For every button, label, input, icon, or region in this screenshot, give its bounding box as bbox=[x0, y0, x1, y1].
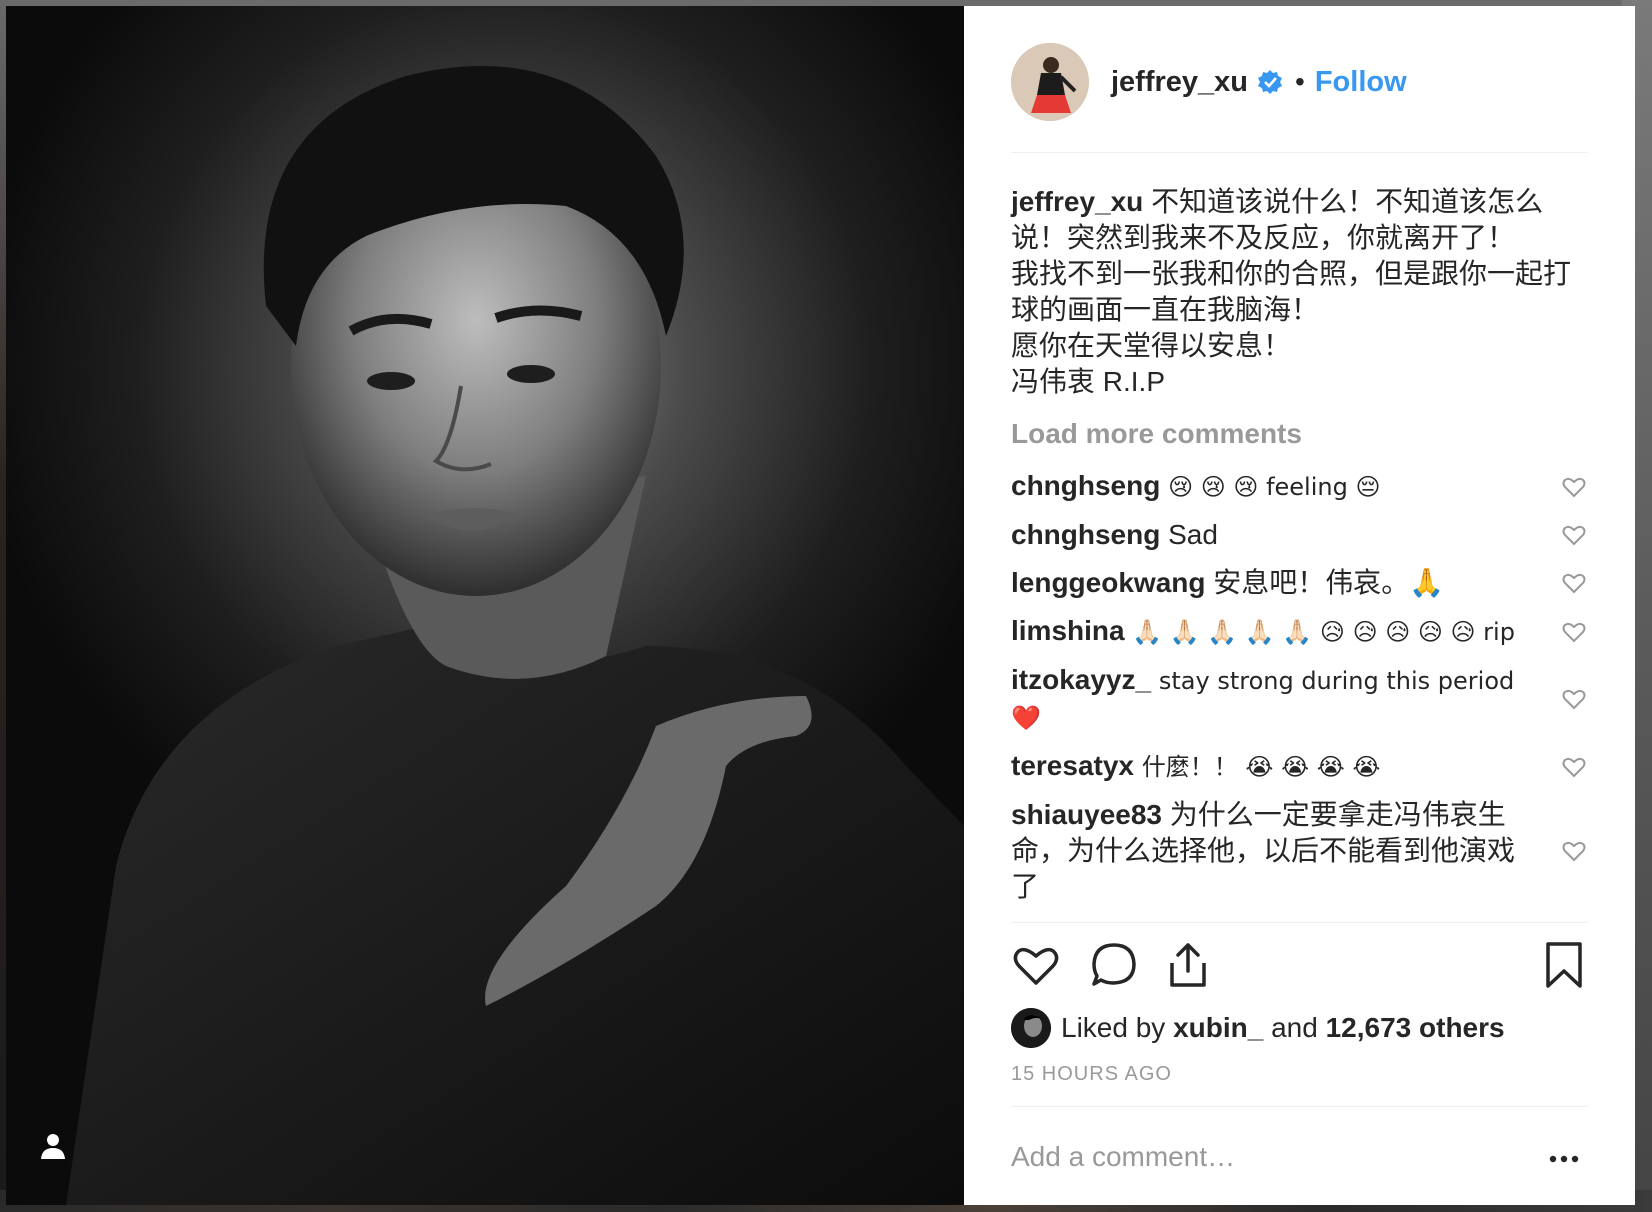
bookmark-icon[interactable] bbox=[1539, 940, 1589, 990]
comment-text: 什麼！！ 😭 😭 😭 😭 bbox=[1141, 753, 1381, 781]
author-username[interactable]: jeffrey_xu bbox=[1111, 66, 1248, 99]
post-timestamp[interactable]: 15 HOURS AGO bbox=[1011, 1063, 1172, 1086]
comment-like-heart-icon[interactable] bbox=[1561, 522, 1587, 548]
caption-username[interactable]: jeffrey_xu bbox=[1011, 186, 1143, 217]
ellipsis-icon bbox=[1549, 1155, 1579, 1163]
caption-line: jeffrey_xu 不知道该说什么！不知道该怎么 bbox=[1011, 184, 1591, 220]
portrait-image bbox=[66, 66, 964, 1205]
verified-badge-icon bbox=[1258, 70, 1283, 94]
comment-username[interactable]: teresatyx bbox=[1011, 750, 1134, 781]
comment-like-heart-icon[interactable] bbox=[1561, 570, 1587, 596]
comment-text: 安息吧！伟哀。🙏 bbox=[1213, 567, 1445, 598]
comment-username[interactable]: limshina bbox=[1011, 615, 1125, 646]
post-actions-bar bbox=[1011, 940, 1591, 992]
caption-line: 愿你在天堂得以安息！ bbox=[1011, 330, 1292, 361]
comment-text: Sad bbox=[1168, 519, 1218, 550]
comment-item: teresatyx 什麼！！ 😭 😭 😭 😭 bbox=[1011, 742, 1587, 791]
comment-item: chnghseng 😢 😢 😢 feeling 😔 bbox=[1011, 462, 1587, 511]
likes-summary[interactable]: Liked by xubin_ and 12,673 others bbox=[1011, 1006, 1505, 1050]
comment-username[interactable]: itzokayyz_ bbox=[1011, 664, 1151, 695]
header-separator: • bbox=[1295, 66, 1305, 97]
comment-like-heart-icon[interactable] bbox=[1561, 619, 1587, 645]
author-avatar[interactable] bbox=[1011, 43, 1089, 121]
post-header: jeffrey_xu • Follow bbox=[1011, 39, 1407, 125]
comment-item: lenggeokwang 安息吧！伟哀。🙏 bbox=[1011, 559, 1587, 607]
comment-like-heart-icon[interactable] bbox=[1561, 686, 1587, 712]
post-modal: jeffrey_xu • Follow jeffrey_xu 不知道该说什么！不… bbox=[6, 6, 1635, 1205]
likes-others-link[interactable]: 12,673 others bbox=[1326, 1012, 1505, 1044]
caption-line: 冯伟衷 R.I.P bbox=[1011, 366, 1166, 397]
comment-like-heart-icon[interactable] bbox=[1561, 838, 1587, 864]
comment-item: shiauyee83 为什么一定要拿走冯伟哀生命，为什么选择他，以后不能看到他演… bbox=[1011, 791, 1587, 911]
more-options-button[interactable] bbox=[1544, 1144, 1584, 1174]
liker-username[interactable]: xubin_ bbox=[1173, 1012, 1263, 1044]
likes-prefix: Liked by bbox=[1061, 1012, 1166, 1043]
comments-list: chnghseng 😢 😢 😢 feeling 😔 chnghseng Sad … bbox=[1011, 462, 1587, 917]
post-caption: jeffrey_xu 不知道该说什么！不知道该怎么 说！突然到我来不及反应，你就… bbox=[1011, 184, 1591, 400]
share-upload-icon[interactable] bbox=[1163, 940, 1213, 990]
post-photo[interactable] bbox=[6, 6, 964, 1205]
caption-line: 说！突然到我来不及反应，你就离开了！ bbox=[1011, 222, 1516, 253]
speech-bubble-icon[interactable] bbox=[1089, 940, 1139, 990]
person-tag-icon[interactable] bbox=[40, 1132, 82, 1174]
comment-text: 😢 😢 😢 feeling 😔 bbox=[1168, 473, 1381, 501]
comment-like-heart-icon[interactable] bbox=[1561, 754, 1587, 780]
comment-username[interactable]: shiauyee83 bbox=[1011, 799, 1162, 830]
comment-text: 🙏🏻 🙏🏻 🙏🏻 🙏🏻 🙏🏻 😥 😥 😥 😥 😥 rip bbox=[1132, 618, 1515, 646]
comment-item: itzokayyz_ stay strong during this perio… bbox=[1011, 656, 1587, 742]
comment-username[interactable]: chnghseng bbox=[1011, 470, 1160, 501]
follow-button[interactable]: Follow bbox=[1315, 66, 1407, 99]
header-divider bbox=[1011, 152, 1587, 153]
comment-username[interactable]: chnghseng bbox=[1011, 519, 1160, 550]
heart-icon[interactable] bbox=[1011, 940, 1061, 990]
post-sidebar: jeffrey_xu • Follow jeffrey_xu 不知道该说什么！不… bbox=[964, 6, 1635, 1205]
load-more-comments-link[interactable]: Load more comments bbox=[1011, 418, 1302, 450]
likes-conjunction: and bbox=[1271, 1012, 1318, 1043]
comment-item: chnghseng Sad bbox=[1011, 511, 1587, 559]
footer-divider bbox=[1011, 1106, 1587, 1107]
liker-avatar[interactable] bbox=[1011, 1008, 1051, 1048]
comment-like-heart-icon[interactable] bbox=[1561, 474, 1587, 500]
comment-username[interactable]: lenggeokwang bbox=[1011, 567, 1205, 598]
comment-item: limshina 🙏🏻 🙏🏻 🙏🏻 🙏🏻 🙏🏻 😥 😥 😥 😥 😥 rip bbox=[1011, 607, 1587, 656]
comments-divider bbox=[1011, 922, 1587, 923]
caption-line: 球的画面一直在我脑海！ bbox=[1011, 294, 1320, 325]
caption-line: 我找不到一张我和你的合照，但是跟你一起打 bbox=[1011, 258, 1572, 289]
add-comment-input[interactable] bbox=[1011, 1139, 1511, 1175]
caption-text: 不知道该说什么！不知道该怎么 bbox=[1151, 186, 1544, 217]
